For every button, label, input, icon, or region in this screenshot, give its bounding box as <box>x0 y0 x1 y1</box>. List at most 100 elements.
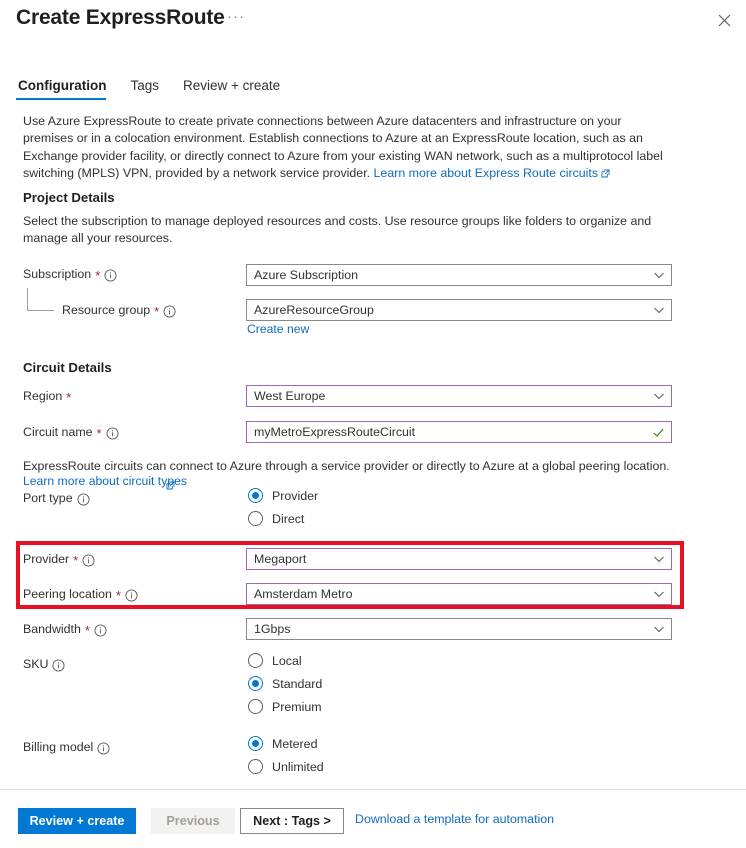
review-create-button[interactable]: Review + create <box>18 808 136 834</box>
external-link-icon <box>601 166 610 183</box>
chevron-down-icon <box>653 304 665 316</box>
port-type-note: ExpressRoute circuits can connect to Azu… <box>23 459 670 473</box>
radio-sku-local[interactable]: Local <box>248 653 302 668</box>
resource-group-label: Resource group * <box>62 303 176 319</box>
tab-review-create[interactable]: Review + create <box>171 78 292 100</box>
footer-divider <box>0 789 746 790</box>
radio-dot-icon <box>248 488 263 503</box>
tab-bar: Configuration Tags Review + create <box>16 78 292 100</box>
chevron-down-icon <box>653 269 665 281</box>
radio-sku-standard[interactable]: Standard <box>248 676 322 691</box>
radio-label: Local <box>272 653 302 668</box>
port-type-label-text: Port type <box>23 491 73 505</box>
external-link-icon <box>166 477 175 495</box>
page-title: Create ExpressRoute <box>16 6 225 29</box>
resource-group-label-text: Resource group <box>62 303 151 317</box>
subscription-value: Azure Subscription <box>254 268 358 282</box>
radio-sku-premium[interactable]: Premium <box>248 699 322 714</box>
circuit-name-label: Circuit name * <box>23 425 119 441</box>
radio-dot-icon <box>248 653 263 668</box>
peering-location-label: Peering location * <box>23 587 138 603</box>
radio-dot-icon <box>248 699 263 714</box>
sku-label: SKU <box>23 657 66 672</box>
previous-button: Previous <box>151 808 235 834</box>
info-icon[interactable] <box>106 426 119 440</box>
radio-port-type-direct[interactable]: Direct <box>248 511 304 526</box>
bandwidth-value: 1Gbps <box>254 622 291 636</box>
radio-label: Direct <box>272 511 305 526</box>
info-icon[interactable] <box>125 588 138 602</box>
radio-dot-icon <box>248 676 263 691</box>
valid-check-icon <box>652 426 665 439</box>
required-asterisk: * <box>154 303 160 319</box>
circuit-name-input[interactable]: myMetroExpressRouteCircuit <box>246 421 672 443</box>
section-heading-circuit-details: Circuit Details <box>23 360 112 375</box>
section-heading-project-details: Project Details <box>23 190 115 205</box>
provider-label-text: Provider <box>23 552 70 566</box>
required-asterisk: * <box>73 552 79 568</box>
provider-value: Megaport <box>254 552 307 566</box>
port-type-label: Port type <box>23 491 90 506</box>
tab-configuration[interactable]: Configuration <box>16 78 118 100</box>
required-asterisk: * <box>115 587 121 603</box>
more-options-button[interactable]: ··· <box>227 8 245 26</box>
peering-location-label-text: Peering location <box>23 587 112 601</box>
region-dropdown[interactable]: West Europe <box>246 385 672 407</box>
sku-label-text: SKU <box>23 657 49 671</box>
radio-dot-icon <box>248 759 263 774</box>
subscription-label: Subscription * <box>23 267 117 283</box>
info-icon[interactable] <box>97 741 110 755</box>
radio-label: Standard <box>272 676 323 691</box>
radio-label: Metered <box>272 736 318 751</box>
window-titlebar: Create ExpressRoute ··· <box>0 0 746 44</box>
billing-model-label-text: Billing model <box>23 740 94 754</box>
bandwidth-dropdown[interactable]: 1Gbps <box>246 618 672 640</box>
learn-more-circuit-types-link[interactable]: Learn more about circuit types <box>23 474 187 488</box>
required-asterisk: * <box>95 267 101 283</box>
radio-port-type-provider[interactable]: Provider <box>248 488 318 503</box>
info-icon[interactable] <box>77 492 90 506</box>
region-value: West Europe <box>254 389 326 403</box>
peering-location-value: Amsterdam Metro <box>254 587 353 601</box>
radio-billing-metered[interactable]: Metered <box>248 736 317 751</box>
radio-label: Provider <box>272 488 319 503</box>
resource-group-tree-connector <box>27 288 54 311</box>
next-tags-button[interactable]: Next : Tags > <box>240 808 344 834</box>
project-details-helper-text: Select the subscription to manage deploy… <box>23 214 652 246</box>
learn-more-expressroute-link[interactable]: Learn more about Express Route circuits <box>374 166 599 180</box>
info-icon[interactable] <box>104 268 117 282</box>
radio-billing-unlimited[interactable]: Unlimited <box>248 759 324 774</box>
subscription-dropdown[interactable]: Azure Subscription <box>246 264 672 286</box>
provider-label: Provider * <box>23 552 95 568</box>
radio-dot-icon <box>248 511 263 526</box>
required-asterisk: * <box>66 389 72 405</box>
radio-label: Unlimited <box>272 759 324 774</box>
radio-dot-icon <box>248 736 263 751</box>
info-icon[interactable] <box>82 553 95 567</box>
download-template-link[interactable]: Download a template for automation <box>355 812 554 826</box>
required-asterisk: * <box>96 425 102 441</box>
bandwidth-label-text: Bandwidth <box>23 622 81 636</box>
info-icon[interactable] <box>52 658 66 672</box>
info-icon[interactable] <box>94 623 107 637</box>
subscription-label-text: Subscription <box>23 267 92 281</box>
resource-group-dropdown[interactable]: AzureResourceGroup <box>246 299 672 321</box>
resource-group-value: AzureResourceGroup <box>254 303 374 317</box>
chevron-down-icon <box>653 390 665 402</box>
close-icon[interactable] <box>710 6 738 34</box>
circuit-name-value: myMetroExpressRouteCircuit <box>254 425 416 439</box>
tab-tags[interactable]: Tags <box>118 78 171 100</box>
region-label-text: Region <box>23 389 63 403</box>
radio-label: Premium <box>272 699 322 714</box>
chevron-down-icon <box>653 553 665 565</box>
region-label: Region * <box>23 389 72 405</box>
create-new-resource-group-link[interactable]: Create new <box>247 322 309 336</box>
circuit-name-label-text: Circuit name <box>23 425 93 439</box>
chevron-down-icon <box>653 623 665 635</box>
required-asterisk: * <box>84 622 90 638</box>
provider-dropdown[interactable]: Megaport <box>246 548 672 570</box>
intro-paragraph: Use Azure ExpressRoute to create private… <box>23 113 671 182</box>
chevron-down-icon <box>653 588 665 600</box>
info-icon[interactable] <box>163 304 176 318</box>
peering-location-dropdown[interactable]: Amsterdam Metro <box>246 583 672 605</box>
